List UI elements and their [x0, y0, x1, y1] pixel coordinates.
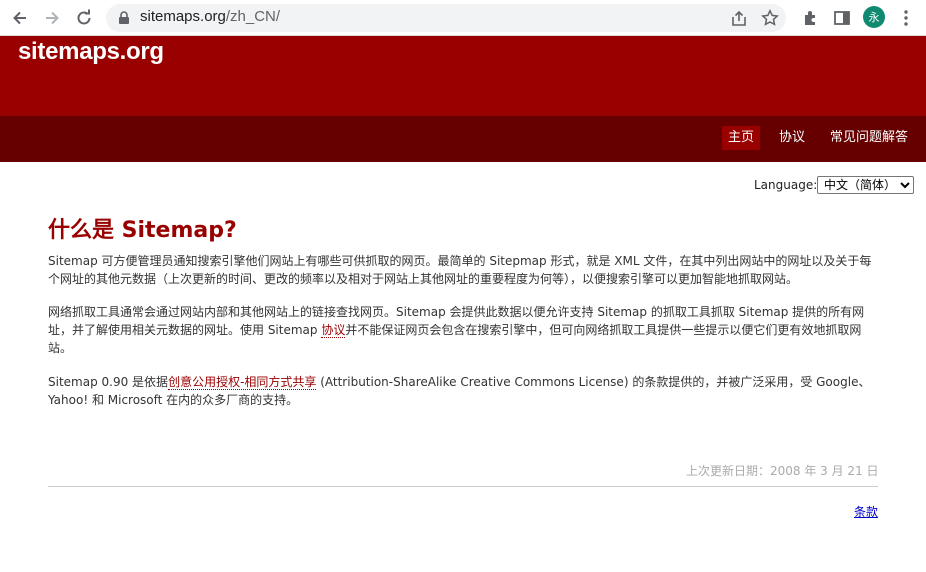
license-paragraph: Sitemap 0.90 是依据创意公用授权-相同方式共享 (Attributi…: [48, 373, 878, 409]
last-updated: 上次更新日期：2008 年 3 月 21 日: [686, 464, 879, 478]
intro-paragraph: Sitemap 可方便管理员通知搜索引擎他们网站上有哪些可供抓取的网页。最简单的…: [48, 254, 872, 286]
menu-dots-icon[interactable]: [899, 9, 913, 31]
lock-icon[interactable]: [118, 10, 130, 29]
license-text-before: Sitemap 0.90 是依据: [48, 375, 169, 389]
url-host: sitemaps.org: [140, 8, 226, 25]
terms-link[interactable]: 条款: [854, 503, 878, 520]
share-icon[interactable]: [730, 9, 748, 31]
url-path: /zh_CN/: [225, 8, 281, 25]
nav-home[interactable]: 主页: [722, 126, 761, 150]
extensions-icon[interactable]: [802, 9, 820, 31]
protocol-link[interactable]: 协议: [321, 323, 346, 338]
profile-avatar[interactable]: 永: [863, 6, 885, 28]
language-label: Language:: [754, 178, 818, 192]
site-logo[interactable]: sitemaps.org: [18, 38, 164, 66]
page-title: 什么是 Sitemap?: [48, 218, 237, 243]
forward-button[interactable]: [40, 6, 64, 30]
nav-faq[interactable]: 常见问题解答: [824, 126, 914, 150]
site-header: sitemaps.org: [0, 36, 926, 116]
nav-protocol[interactable]: 协议: [773, 126, 811, 150]
crawler-paragraph: 网络抓取工具通常会通过网站内部和其他网站上的链接查找网页。Sitemap 会提供…: [48, 303, 878, 357]
back-button[interactable]: [8, 6, 32, 30]
arrow-left-icon: [13, 11, 26, 25]
language-select[interactable]: 中文（简体）: [817, 176, 914, 194]
footer-divider: [48, 486, 878, 487]
browser-toolbar: sitemaps.org/zh_CN/ 永: [0, 0, 926, 36]
reload-button[interactable]: [72, 6, 96, 30]
url-text[interactable]: sitemaps.org/zh_CN/: [140, 8, 280, 25]
site-nav: 主页 协议 常见问题解答: [0, 116, 926, 162]
license-link[interactable]: 创意公用授权-相同方式共享: [168, 375, 317, 390]
star-icon[interactable]: [761, 9, 779, 31]
reload-icon: [77, 9, 91, 25]
side-panel-icon[interactable]: [833, 9, 851, 31]
arrow-right-icon: [46, 11, 59, 25]
